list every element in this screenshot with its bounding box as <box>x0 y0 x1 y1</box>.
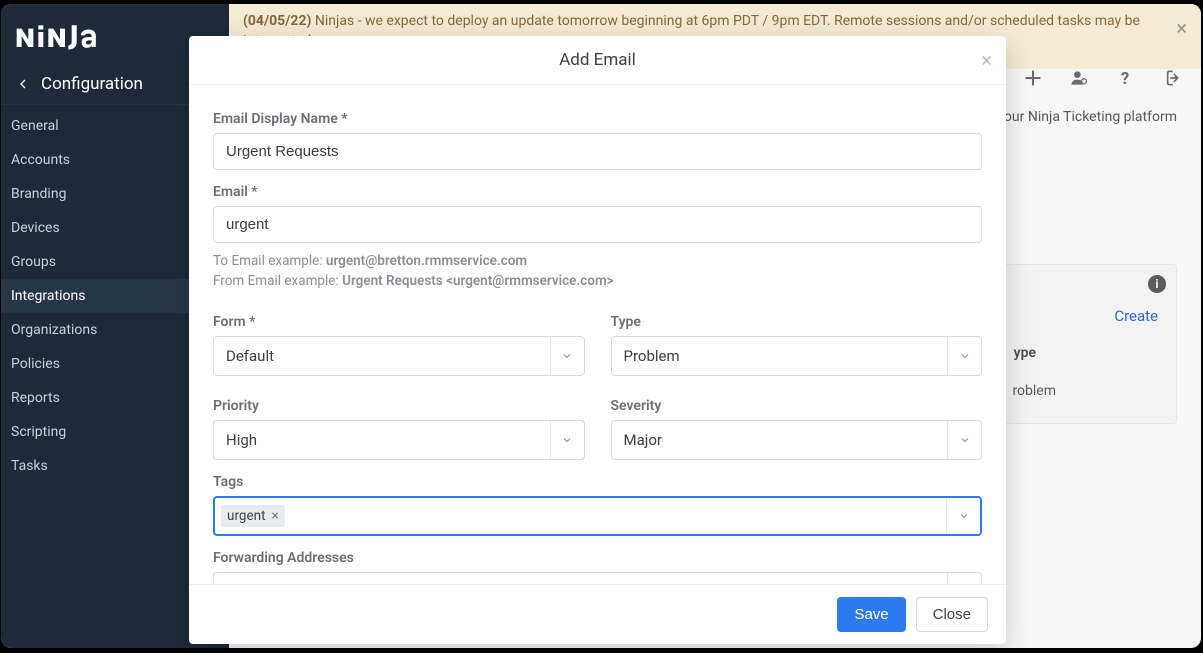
modal-title: Add Email <box>559 50 636 70</box>
close-button[interactable]: Close <box>916 597 988 632</box>
chevron-down-icon <box>550 421 584 459</box>
email-input[interactable] <box>213 206 982 243</box>
label-tags: Tags <box>213 474 982 490</box>
modal-footer: Save Close <box>189 584 1006 644</box>
add-email-modal: Add Email × Email Display Name * Email *… <box>189 36 1006 644</box>
arrow-left-icon <box>15 76 31 92</box>
priority-value: High <box>214 431 550 449</box>
type-select[interactable]: Problem <box>611 336 983 376</box>
chevron-down-icon <box>947 337 981 375</box>
severity-value: Major <box>612 431 948 449</box>
chevron-down-icon <box>946 498 980 534</box>
form-value: Default <box>214 347 550 365</box>
tag-remove-icon[interactable]: × <box>272 508 279 524</box>
label-display-name: Email Display Name * <box>213 111 982 127</box>
severity-select[interactable]: Major <box>611 420 983 460</box>
forwarding-input[interactable] <box>213 572 982 585</box>
form-select[interactable]: Default <box>213 336 585 376</box>
tag-label: urgent <box>227 508 266 524</box>
email-help: To Email example: urgent@bretton.rmmserv… <box>213 251 982 292</box>
label-forwarding: Forwarding Addresses <box>213 550 982 566</box>
chevron-down-icon <box>947 573 981 585</box>
config-label: Configuration <box>41 74 143 94</box>
forwarding-field[interactable] <box>214 583 947 584</box>
label-form: Form * <box>213 314 585 330</box>
save-button[interactable]: Save <box>837 597 905 632</box>
type-value: Problem <box>612 347 948 365</box>
label-email: Email * <box>213 184 982 200</box>
display-name-input[interactable] <box>213 133 982 170</box>
label-priority: Priority <box>213 398 585 414</box>
chevron-down-icon <box>550 337 584 375</box>
priority-select[interactable]: High <box>213 420 585 460</box>
label-severity: Severity <box>611 398 983 414</box>
modal-body: Email Display Name * Email * To Email ex… <box>189 85 1006 584</box>
label-type: Type <box>611 314 983 330</box>
chevron-down-icon <box>947 421 981 459</box>
modal-close-icon[interactable]: × <box>981 48 992 72</box>
modal-header: Add Email × <box>189 36 1006 85</box>
tags-input[interactable]: urgent × <box>213 496 982 536</box>
tag-chip: urgent × <box>221 505 285 527</box>
